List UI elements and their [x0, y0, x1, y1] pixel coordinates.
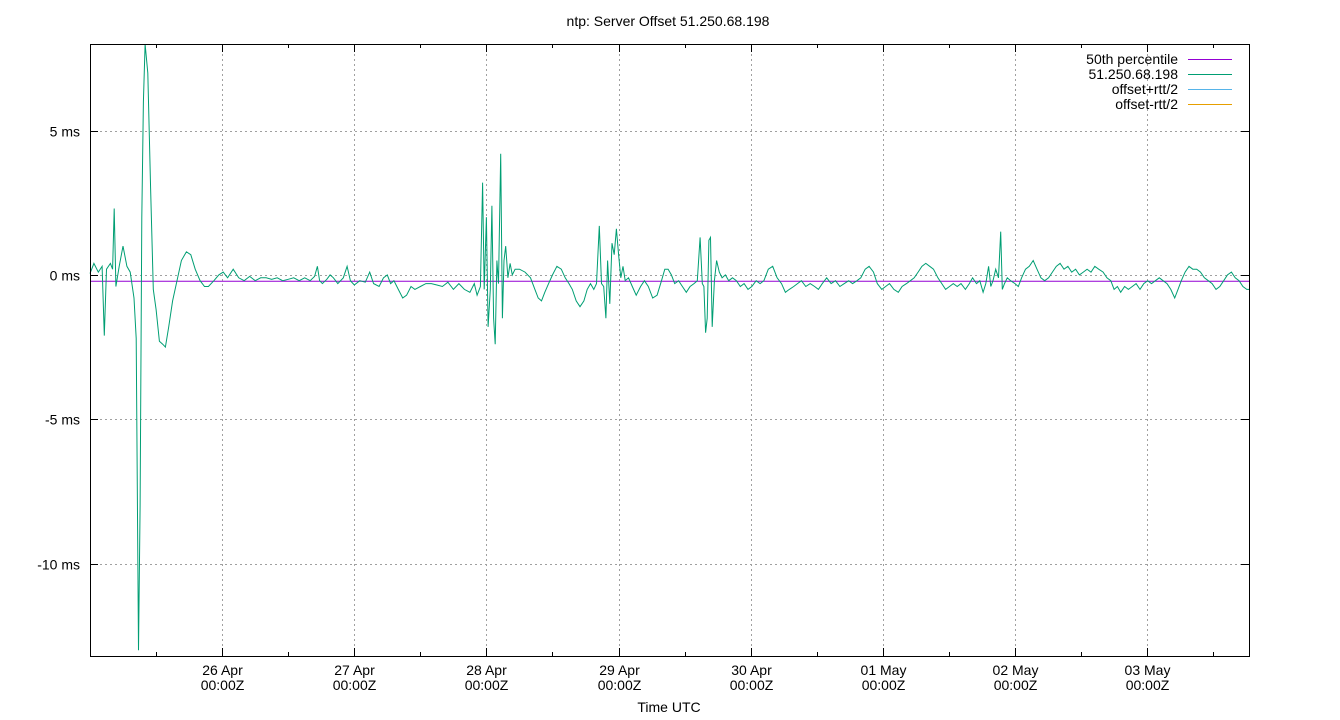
legend-label: 51.250.68.198: [1088, 66, 1178, 82]
x-tick-label-time: 00:00Z: [862, 677, 906, 693]
x-tick-label-date: 27 Apr: [334, 662, 375, 678]
series-line-offset: [89, 43, 1249, 651]
x-tick-label-date: 26 Apr: [202, 662, 243, 678]
legend-label: 50th percentile: [1086, 51, 1178, 67]
legend-label: offset+rtt/2: [1112, 81, 1178, 97]
y-tick-label: -5 ms: [45, 412, 80, 428]
grid: [90, 44, 1249, 656]
x-tick-label-time: 00:00Z: [465, 677, 509, 693]
x-tick-label-date: 03 May: [1125, 662, 1171, 678]
x-tick-label-time: 00:00Z: [994, 677, 1038, 693]
y-tick-label: -10 ms: [37, 557, 80, 573]
x-tick-label-time: 00:00Z: [333, 677, 377, 693]
x-tick-label-date: 29 Apr: [599, 662, 640, 678]
plot-area: [89, 43, 1249, 651]
y-tick-label: 0 ms: [50, 268, 80, 284]
x-tick-label-time: 00:00Z: [1126, 677, 1170, 693]
y-axis: 5 ms 0 ms -5 ms -10 ms: [37, 124, 1249, 573]
x-axis: 26 Apr00:00Z27 Apr00:00Z28 Apr00:00Z29 A…: [156, 44, 1214, 693]
legend-label: offset-rtt/2: [1115, 96, 1178, 112]
x-tick-label-date: 01 May: [861, 662, 907, 678]
legend: 50th percentile51.250.68.198offset+rtt/2…: [1086, 51, 1232, 112]
x-tick-label-date: 28 Apr: [466, 662, 507, 678]
x-tick-label-time: 00:00Z: [201, 677, 245, 693]
x-tick-label-date: 30 Apr: [731, 662, 772, 678]
x-axis-label: Time UTC: [637, 699, 700, 715]
y-tick-label: 5 ms: [50, 124, 80, 140]
chart-title: ntp: Server Offset 51.250.68.198: [567, 13, 770, 29]
x-tick-label-time: 00:00Z: [598, 677, 642, 693]
chart: ntp: Server Offset 51.250.68.198 5 ms 0 m…: [37, 13, 1250, 715]
x-tick-label-date: 02 May: [993, 662, 1039, 678]
x-tick-label-time: 00:00Z: [730, 677, 774, 693]
